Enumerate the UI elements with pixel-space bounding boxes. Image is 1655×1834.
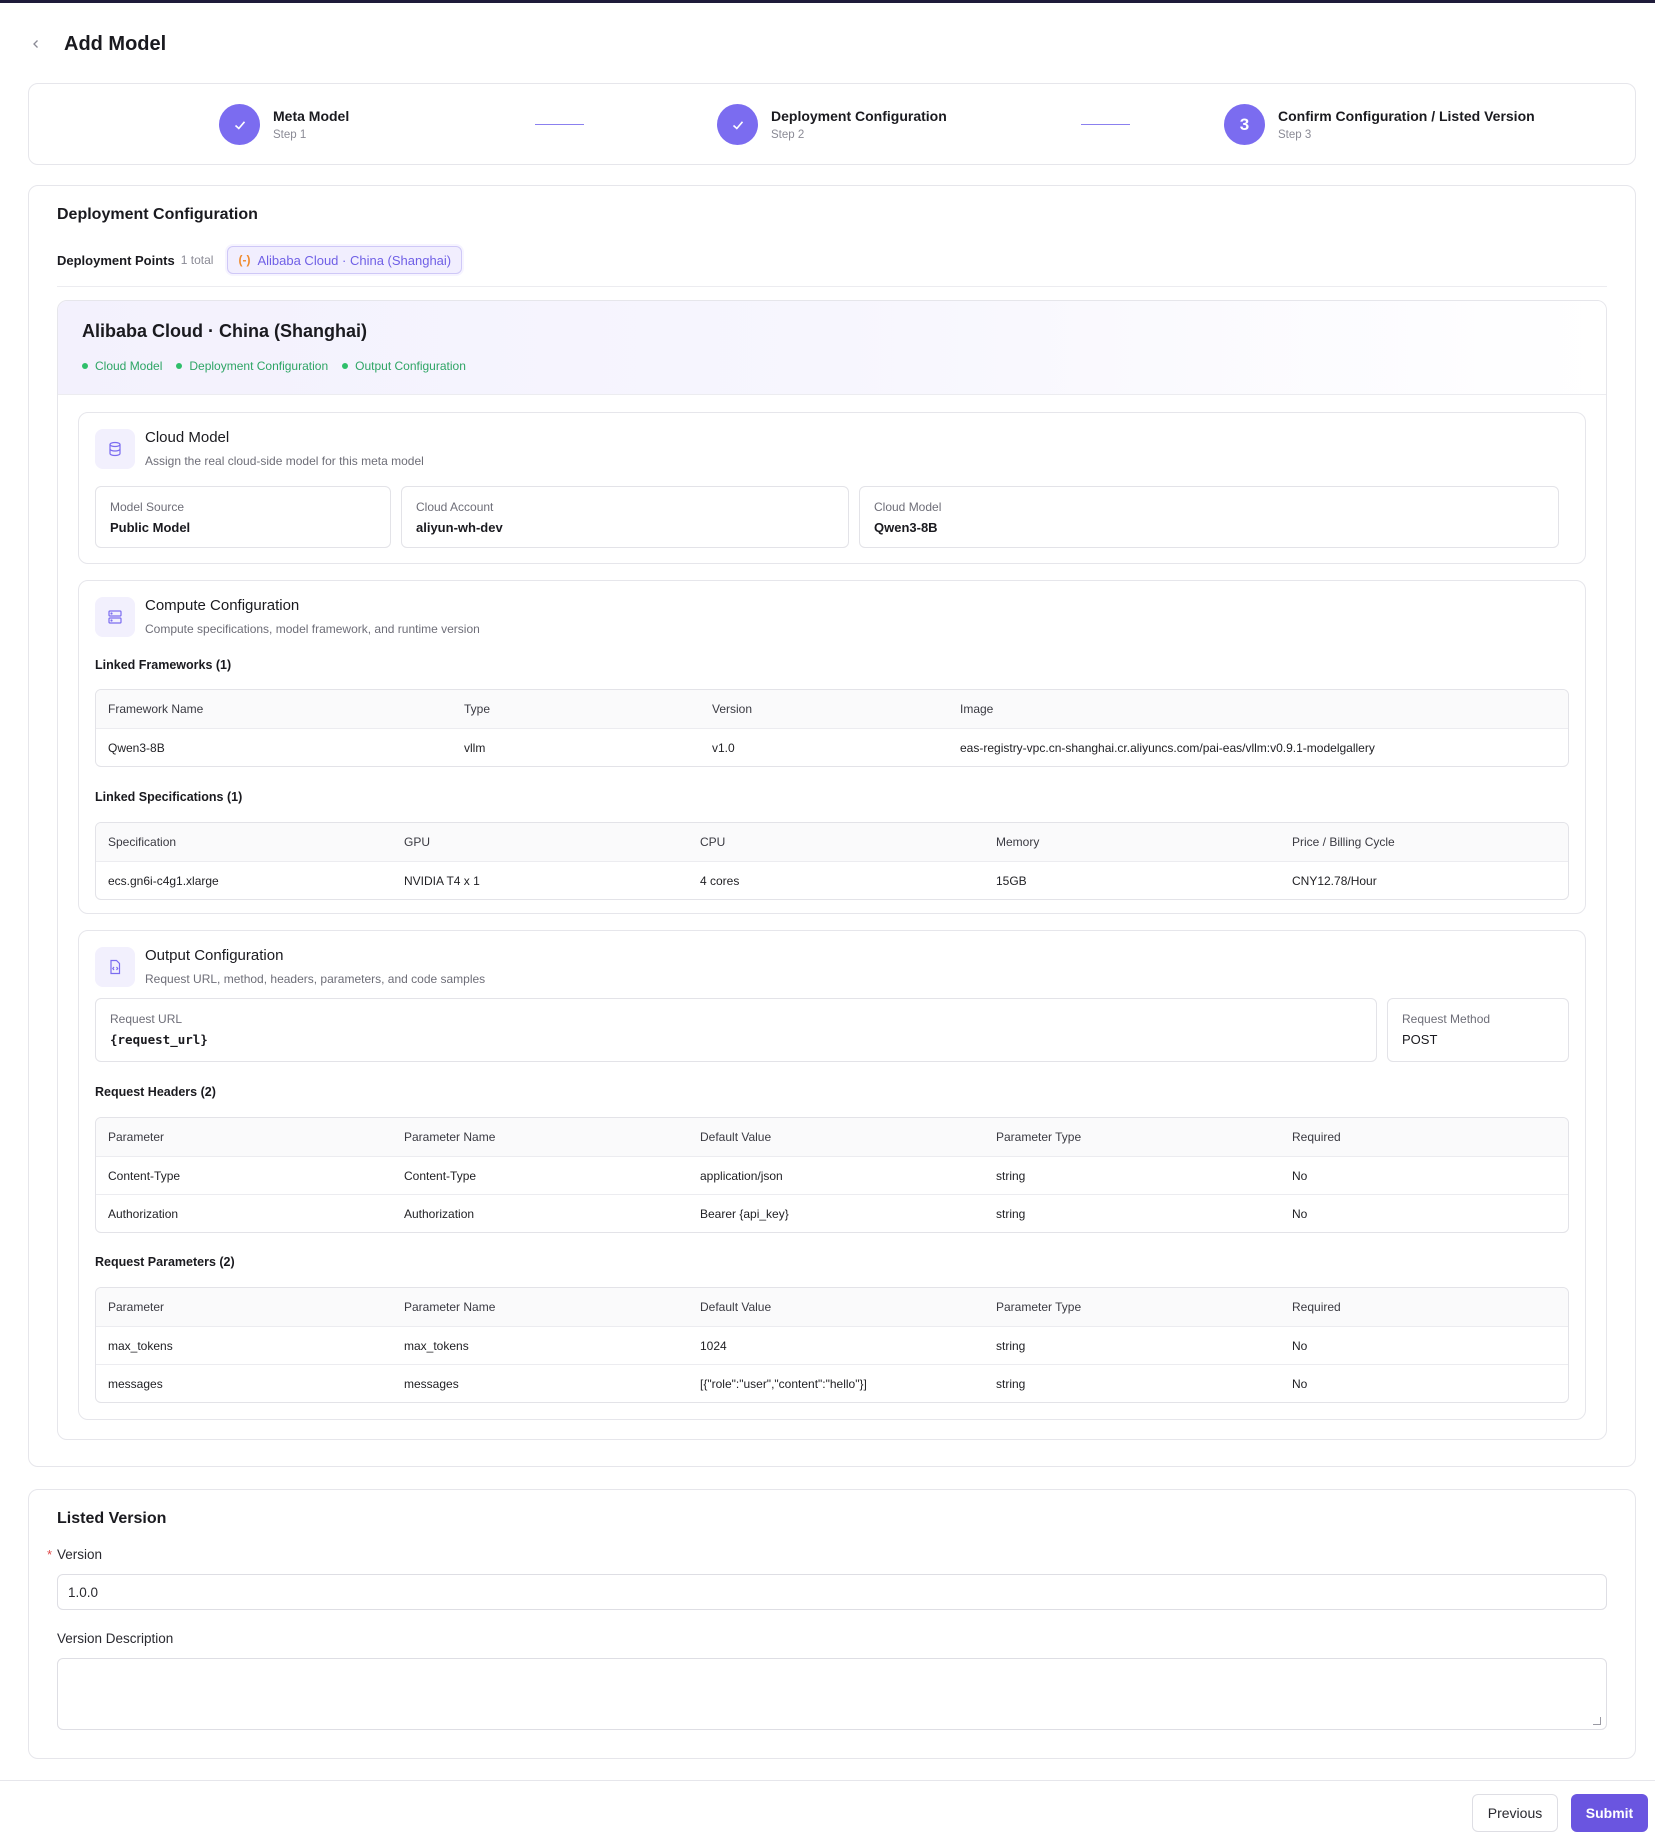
version-description-wrapper <box>57 1658 1607 1730</box>
cloud-model-section: Cloud Model Assign the real cloud-side m… <box>78 412 1586 564</box>
status-tag: Cloud Model <box>82 359 162 373</box>
table-header-row: Parameter Parameter Name Default Value P… <box>96 1118 1568 1156</box>
listed-version-card: Listed Version * Version Version Descrip… <box>28 1489 1636 1759</box>
step-subtitle: Step 1 <box>273 129 307 141</box>
section-title: Cloud Model <box>145 429 230 446</box>
step-connector <box>1081 124 1130 125</box>
top-accent-line <box>0 0 1655 3</box>
cloud-model-field: Cloud Model Qwen3-8B <box>859 486 1559 548</box>
back-chevron-icon[interactable] <box>28 36 44 52</box>
region-title: Alibaba Cloud · China (Shanghai) <box>82 321 367 341</box>
specifications-table: Specification GPU CPU Memory Price / Bil… <box>95 822 1569 900</box>
table-header-row: Parameter Parameter Name Default Value P… <box>96 1288 1568 1326</box>
divider <box>57 286 1607 287</box>
table-row: max_tokens max_tokens 1024 string No <box>96 1326 1568 1364</box>
submit-button[interactable]: Submit <box>1571 1794 1648 1832</box>
version-description-label: Version Description <box>57 1631 174 1646</box>
check-icon <box>717 104 758 145</box>
model-source-field: Model Source Public Model <box>95 486 391 548</box>
table-row: Content-Type Content-Type application/js… <box>96 1156 1568 1194</box>
request-method-field: Request Method POST <box>1387 998 1569 1062</box>
status-dot-icon <box>176 363 183 369</box>
version-input[interactable] <box>57 1574 1607 1610</box>
output-configuration-section: Output Configuration Request URL, method… <box>78 930 1586 1420</box>
step-confirm-configuration[interactable]: 3 Confirm Configuration / Listed Version… <box>1224 104 1535 145</box>
version-label: Version <box>57 1547 103 1562</box>
step-title: Deployment Configuration <box>771 108 947 124</box>
status-dot-icon <box>342 363 349 369</box>
section-title: Listed Version <box>57 1510 167 1527</box>
section-title: Output Configuration <box>145 947 284 964</box>
linked-frameworks-label: Linked Frameworks (1) <box>95 658 232 672</box>
resize-handle-icon[interactable] <box>1593 1717 1601 1725</box>
step-deployment-configuration[interactable]: Deployment Configuration Step 2 <box>717 104 947 145</box>
region-tags: Cloud Model Deployment Configuration Out… <box>82 359 466 373</box>
chip-label: Alibaba Cloud · China (Shanghai) <box>257 252 452 268</box>
table-row: Authorization Authorization Bearer {api_… <box>96 1194 1568 1232</box>
step-number: 3 <box>1224 104 1265 145</box>
request-parameters-label: Request Parameters (2) <box>95 1255 235 1269</box>
status-tag: Deployment Configuration <box>176 359 328 373</box>
step-subtitle: Step 3 <box>1278 129 1312 141</box>
step-meta-model[interactable]: Meta Model Step 1 <box>219 104 349 145</box>
deployment-points-label: Deployment Points <box>57 252 175 268</box>
linked-specifications-label: Linked Specifications (1) <box>95 790 243 804</box>
frameworks-table: Framework Name Type Version Image Qwen3-… <box>95 689 1569 767</box>
stepper: Meta Model Step 1 Deployment Configurati… <box>28 83 1636 165</box>
table-header-row: Specification GPU CPU Memory Price / Bil… <box>96 823 1568 861</box>
code-file-icon <box>95 947 135 987</box>
region-panel: Alibaba Cloud · China (Shanghai) Cloud M… <box>57 300 1607 1440</box>
request-headers-label: Request Headers (2) <box>95 1085 216 1099</box>
table-row: messages messages [{"role":"user","conte… <box>96 1364 1568 1402</box>
check-icon <box>219 104 260 145</box>
page-header: Add Model <box>28 28 166 60</box>
deployment-point-chip[interactable]: (-) Alibaba Cloud · China (Shanghai) <box>227 246 463 274</box>
request-url-field: Request URL {request_url} <box>95 998 1377 1062</box>
step-title: Confirm Configuration / Listed Version <box>1278 108 1535 124</box>
section-title: Deployment Configuration <box>57 206 258 223</box>
server-icon <box>95 597 135 637</box>
request-headers-table: Parameter Parameter Name Default Value P… <box>95 1117 1569 1233</box>
previous-button[interactable]: Previous <box>1472 1794 1558 1832</box>
step-connector <box>535 124 584 125</box>
cloud-account-field: Cloud Account aliyun-wh-dev <box>401 486 849 548</box>
version-description-textarea[interactable] <box>57 1658 1607 1730</box>
section-title: Compute Configuration <box>145 597 300 614</box>
required-mark: * <box>47 1547 53 1562</box>
page-title: Add Model <box>64 32 167 55</box>
region-header: Alibaba Cloud · China (Shanghai) Cloud M… <box>58 301 1606 395</box>
request-parameters-table: Parameter Parameter Name Default Value P… <box>95 1287 1569 1403</box>
deployment-configuration-card: Deployment Configuration Deployment Poin… <box>28 185 1636 1467</box>
alibaba-cloud-icon: (-) <box>238 253 251 267</box>
section-subtitle: Assign the real cloud-side model for thi… <box>145 454 424 468</box>
status-tag: Output Configuration <box>342 359 466 373</box>
section-subtitle: Request URL, method, headers, parameters… <box>145 972 486 986</box>
deployment-points-row: Deployment Points 1 total (-) Alibaba Cl… <box>57 246 463 274</box>
status-dot-icon <box>82 363 88 369</box>
footer-bar <box>0 1780 1655 1834</box>
step-title: Meta Model <box>273 108 350 124</box>
table-header-row: Framework Name Type Version Image <box>96 690 1568 728</box>
table-row: ecs.gn6i-c4g1.xlarge NVIDIA T4 x 1 4 cor… <box>96 861 1568 899</box>
step-subtitle: Step 2 <box>771 129 805 141</box>
compute-configuration-section: Compute Configuration Compute specificat… <box>78 580 1586 914</box>
database-icon <box>95 429 135 469</box>
deployment-points-count: 1 total <box>180 253 214 267</box>
table-row: Qwen3-8B vllm v1.0 eas-registry-vpc.cn-s… <box>96 728 1568 766</box>
section-subtitle: Compute specifications, model framework,… <box>145 622 480 636</box>
